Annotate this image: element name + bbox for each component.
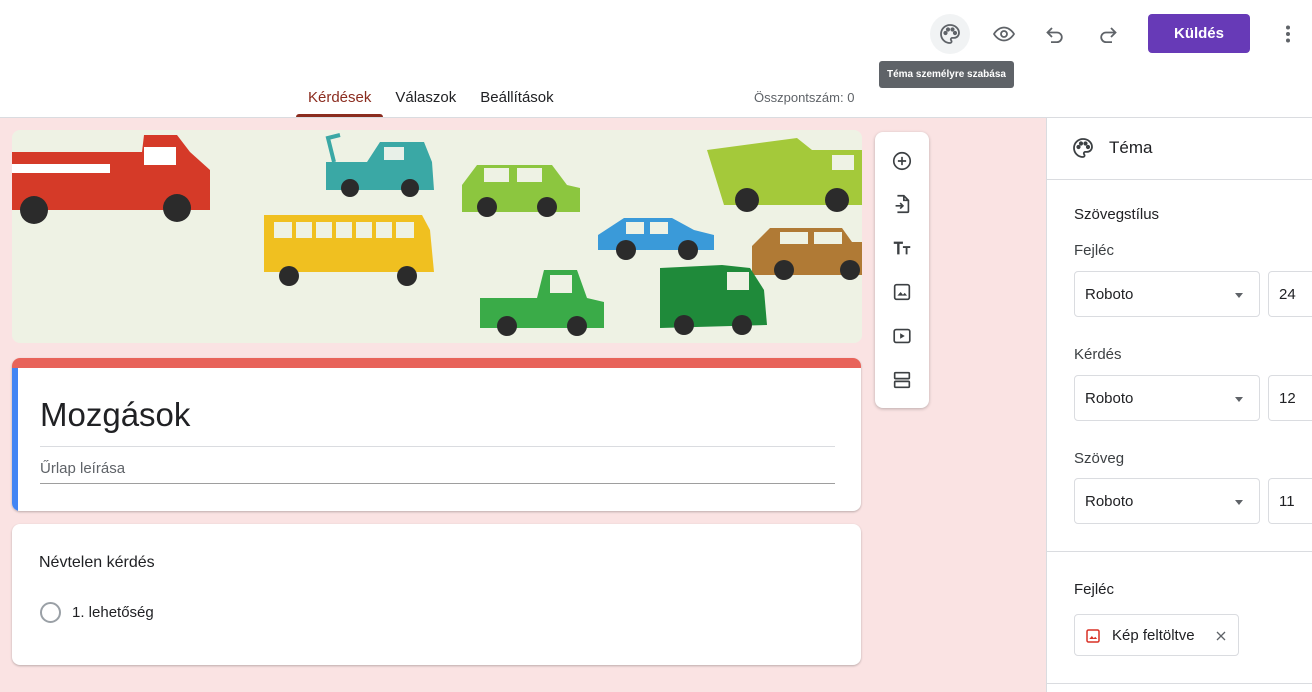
more-vert-icon[interactable]: [1268, 14, 1308, 54]
eye-icon[interactable]: [984, 14, 1024, 54]
chevron-down-icon: [1235, 397, 1243, 402]
header-section-title: Fejléc: [1074, 581, 1115, 598]
theme-panel: Téma Szövegstílus Fejléc Roboto 24 Kérdé…: [1046, 118, 1312, 692]
theme-panel-title: Téma: [1109, 138, 1153, 157]
form-title-card[interactable]: Mozgások Űrlap leírása: [12, 358, 861, 511]
form-title[interactable]: Mozgások: [40, 396, 190, 434]
tooltip: Téma személyre szabása: [879, 61, 1014, 88]
tab-questions[interactable]: Kérdések: [296, 88, 384, 118]
text-size-value: 11: [1279, 493, 1295, 510]
text-font-label: Szöveg: [1074, 450, 1125, 467]
text-style-title: Szövegstílus: [1074, 206, 1160, 223]
header-image-chip[interactable]: Kép feltöltve: [1074, 614, 1239, 656]
add-title-icon[interactable]: [890, 236, 914, 260]
top-bar: Küldés Téma személyre szabása Kérdések V…: [0, 0, 1312, 118]
header-font-select[interactable]: Roboto: [1074, 271, 1260, 317]
add-video-icon[interactable]: [890, 324, 914, 348]
question-title[interactable]: Névtelen kérdés: [39, 554, 155, 572]
option-label[interactable]: 1. lehetőség: [72, 604, 154, 621]
import-questions-icon[interactable]: [890, 192, 914, 216]
send-button[interactable]: Küldés: [1148, 14, 1250, 53]
question-font-value: Roboto: [1085, 390, 1134, 407]
question-size-value: 12: [1279, 390, 1296, 407]
question-font-select[interactable]: Roboto: [1074, 375, 1260, 421]
header-font-value: Roboto: [1085, 286, 1134, 303]
chevron-down-icon: [1235, 500, 1243, 505]
add-question-icon[interactable]: [890, 149, 914, 173]
header-font-label: Fejléc: [1074, 242, 1115, 259]
question-font-label: Kérdés: [1074, 346, 1122, 363]
floating-toolbar: [875, 132, 929, 408]
question-size-select[interactable]: 12: [1268, 375, 1312, 421]
title-card-accent: [12, 358, 861, 368]
chevron-down-icon: [1235, 293, 1243, 298]
header-size-value: 24: [1279, 286, 1296, 303]
form-canvas: Mozgások Űrlap leírása Névtelen kérdés 1…: [0, 118, 1046, 692]
add-image-icon[interactable]: [890, 280, 914, 304]
text-size-select[interactable]: 11: [1268, 478, 1312, 524]
total-points: Összpontszám: 0: [754, 90, 855, 105]
active-card-indicator: [12, 368, 18, 511]
image-icon: [1086, 629, 1100, 643]
redo-icon[interactable]: [1088, 14, 1128, 54]
question-card[interactable]: Névtelen kérdés 1. lehetőség: [12, 524, 861, 665]
palette-icon[interactable]: [930, 14, 970, 54]
add-section-icon[interactable]: [890, 368, 914, 392]
section-divider: [1047, 683, 1312, 684]
header-image: [12, 130, 862, 343]
text-font-value: Roboto: [1085, 493, 1134, 510]
theme-panel-header: Téma: [1047, 118, 1312, 180]
palette-icon: [1073, 138, 1093, 158]
tab-settings[interactable]: Beállítások: [468, 88, 565, 118]
text-font-select[interactable]: Roboto: [1074, 478, 1260, 524]
tab-bar: Kérdések Válaszok Beállítások: [296, 88, 566, 118]
close-icon[interactable]: [1213, 628, 1229, 644]
section-divider: [1047, 551, 1312, 552]
radio-button[interactable]: [40, 602, 61, 623]
description-underline: [40, 483, 835, 484]
title-underline: [40, 446, 835, 447]
header-size-select[interactable]: 24: [1268, 271, 1312, 317]
header-chip-label: Kép feltöltve: [1112, 627, 1195, 644]
tab-responses[interactable]: Válaszok: [383, 88, 468, 118]
form-description-field[interactable]: Űrlap leírása: [40, 460, 125, 477]
undo-icon[interactable]: [1035, 14, 1075, 54]
